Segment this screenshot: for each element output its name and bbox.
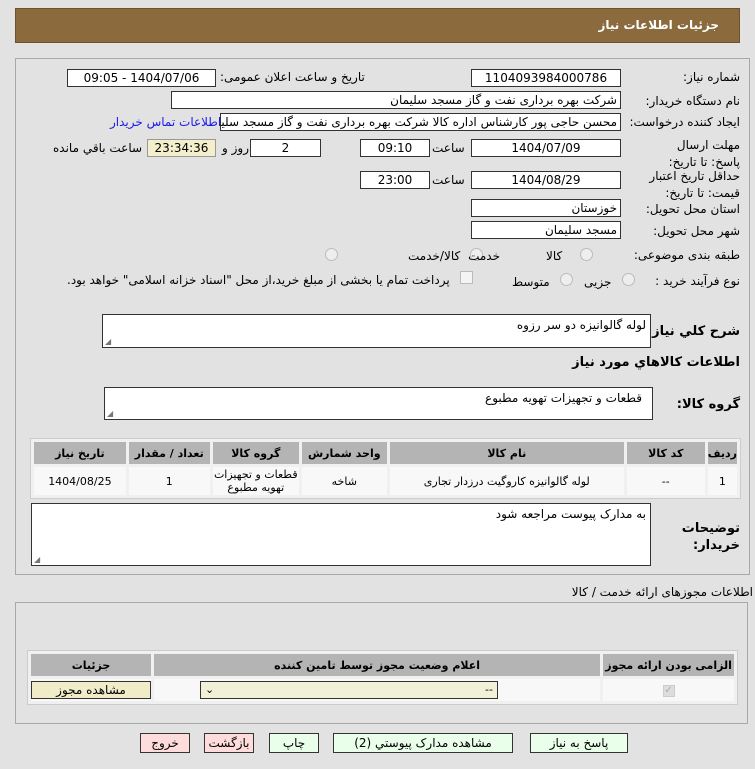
license-status-select[interactable]: -- ⌄ (200, 681, 498, 699)
column-header: الزامی بودن ارائه مجوز (603, 654, 734, 676)
column-header: جزئیات (31, 654, 151, 676)
group-label: گروه کالا: (676, 397, 740, 412)
city-label: شهر محل تحویل: (653, 224, 740, 238)
deadline-label: مهلت ارسال پاسخ: تا تاریخ: (668, 138, 740, 169)
column-header: نام کالا (389, 442, 624, 464)
desc-label: شرح کلي نياز: (646, 324, 740, 339)
group-value: قطعات و تجهیزات تهویه مطبوع (485, 391, 642, 405)
cell-row: 1 (707, 467, 737, 495)
notes-textarea[interactable]: به مدارک پیوست مراجعه شود ◢ (31, 503, 651, 566)
notes-label: توضیحات خریدار: (681, 521, 740, 553)
days-label: روز و (222, 141, 249, 155)
column-header: واحد شمارش (301, 442, 387, 464)
attachments-button[interactable]: مشاهده مدارک پیوستي (2) (333, 733, 513, 753)
category-option-label: کالا (546, 249, 563, 263)
cell-name: لوله گالوانیزه کاروگیت درزدار تجاری (389, 467, 624, 495)
license-table: الزامی بودن ارائه مجوز اعلام وضعیت مجوز … (27, 650, 738, 705)
cell-code: -- (626, 467, 705, 495)
deadline-time-label: ساعت (432, 141, 465, 155)
desc-textarea[interactable]: لوله گالوانیزه دو سر رزوه ◢ (102, 314, 651, 348)
validity-date-field[interactable]: 1404/08/29 (471, 171, 621, 189)
validity-time-label: ساعت (432, 173, 465, 187)
deadline-date-field[interactable]: 1404/07/09 (471, 139, 621, 157)
remaining-timer: 23:34:36 (147, 139, 216, 157)
province-field[interactable]: خوزستان (471, 199, 621, 217)
page-header: جزئیات اطلاعات نیاز (15, 8, 740, 43)
validity-time-field[interactable]: 23:00 (360, 171, 430, 189)
category-option-label: کالا/خدمت (408, 249, 461, 263)
column-header: کد کالا (626, 442, 705, 464)
column-header: گروه کالا (212, 442, 299, 464)
column-header: ردیف (707, 442, 737, 464)
province-label: استان محل تحویل: (645, 202, 740, 216)
view-license-button[interactable]: مشاهده مجوز (31, 681, 151, 699)
table-row: 1 -- لوله گالوانیزه کاروگیت درزدار تجاری… (34, 467, 737, 495)
creator-label: ایجاد کننده درخواست: (629, 115, 740, 129)
resize-grip-icon: ◢ (105, 337, 112, 346)
resize-grip-icon: ◢ (34, 555, 41, 564)
validity-label: حداقل تاریخ اعتبار قیمت: تا تاریخ: (649, 169, 740, 200)
process-label: نوع فرآیند خرید : (655, 274, 740, 288)
process-radio-minor[interactable] (622, 273, 635, 286)
announce-field[interactable]: 1404/07/06 - 09:05 (67, 69, 216, 87)
days-field[interactable]: 2 (250, 139, 321, 157)
need-number-field[interactable]: 1104093984000786 (471, 69, 621, 87)
column-header: تعداد / مقدار (128, 442, 210, 464)
select-value: -- (485, 683, 493, 696)
buyer-field[interactable]: شرکت بهره برداری نفت و گاز مسجد سلیمان (171, 91, 621, 109)
cell-unit: شاخه (301, 467, 387, 495)
cell-date: 1404/08/25 (34, 467, 126, 495)
page-title: جزئیات اطلاعات نیاز (598, 18, 719, 32)
table-row: ✓ -- ⌄ مشاهده مجوز (31, 679, 734, 701)
category-radio-both[interactable] (325, 248, 338, 261)
process-option-label: جزیی (584, 275, 612, 289)
category-option-label: خدمت (468, 249, 500, 263)
buyer-label: نام دستگاه خریدار: (645, 94, 741, 108)
goods-table: ردیف کد کالا نام کالا واحد شمارش گروه کا… (30, 438, 741, 499)
goods-heading: اطلاعات کالاهاي مورد نياز (572, 355, 740, 370)
exit-button[interactable]: خروج (140, 733, 190, 753)
cell-group: قطعات و تجهیزات تهویه مطبوع (212, 467, 299, 495)
category-label: طبقه بندی موضوعی: (633, 248, 740, 262)
creator-field[interactable]: محسن حاجی پور کارشناس اداره کالا شرکت به… (220, 113, 621, 131)
notes-value: به مدارک پیوست مراجعه شود (495, 507, 646, 521)
announce-label: تاریخ و ساعت اعلان عمومی: (220, 70, 365, 84)
back-button[interactable]: بازگشت (204, 733, 254, 753)
chevron-down-icon: ⌄ (205, 683, 215, 696)
column-header: اعلام وضعیت مجوز توسط تامین کننده (154, 654, 601, 676)
category-radio-goods[interactable] (580, 248, 593, 261)
resize-grip-icon: ◢ (107, 409, 114, 418)
license-title: اطلاعات مجوزهای ارائه خدمت / کالا (571, 585, 753, 599)
process-option-label: متوسط (512, 275, 550, 289)
desc-value: لوله گالوانیزه دو سر رزوه (516, 318, 646, 332)
reply-button[interactable]: پاسخ به نیاز (530, 733, 628, 753)
treasury-payment-checkbox[interactable] (460, 271, 473, 284)
column-header: تاریخ نیاز (34, 442, 126, 464)
need-number-label: شماره نیاز: (683, 70, 740, 84)
group-textarea[interactable]: قطعات و تجهیزات تهویه مطبوع ◢ (104, 387, 653, 420)
contact-buyer-link[interactable]: اطلاعات تماس خریدار (110, 115, 221, 129)
city-field[interactable]: مسجد سلیمان (471, 221, 621, 239)
payment-note: پرداخت تمام یا بخشی از مبلغ خرید،از محل … (67, 273, 450, 287)
print-button[interactable]: چاپ (269, 733, 319, 753)
process-radio-medium[interactable] (560, 273, 573, 286)
required-checkbox: ✓ (662, 685, 675, 697)
deadline-time-field[interactable]: 09:10 (360, 139, 430, 157)
cell-quantity: 1 (128, 467, 210, 495)
remaining-label: ساعت باقي مانده (53, 141, 143, 155)
